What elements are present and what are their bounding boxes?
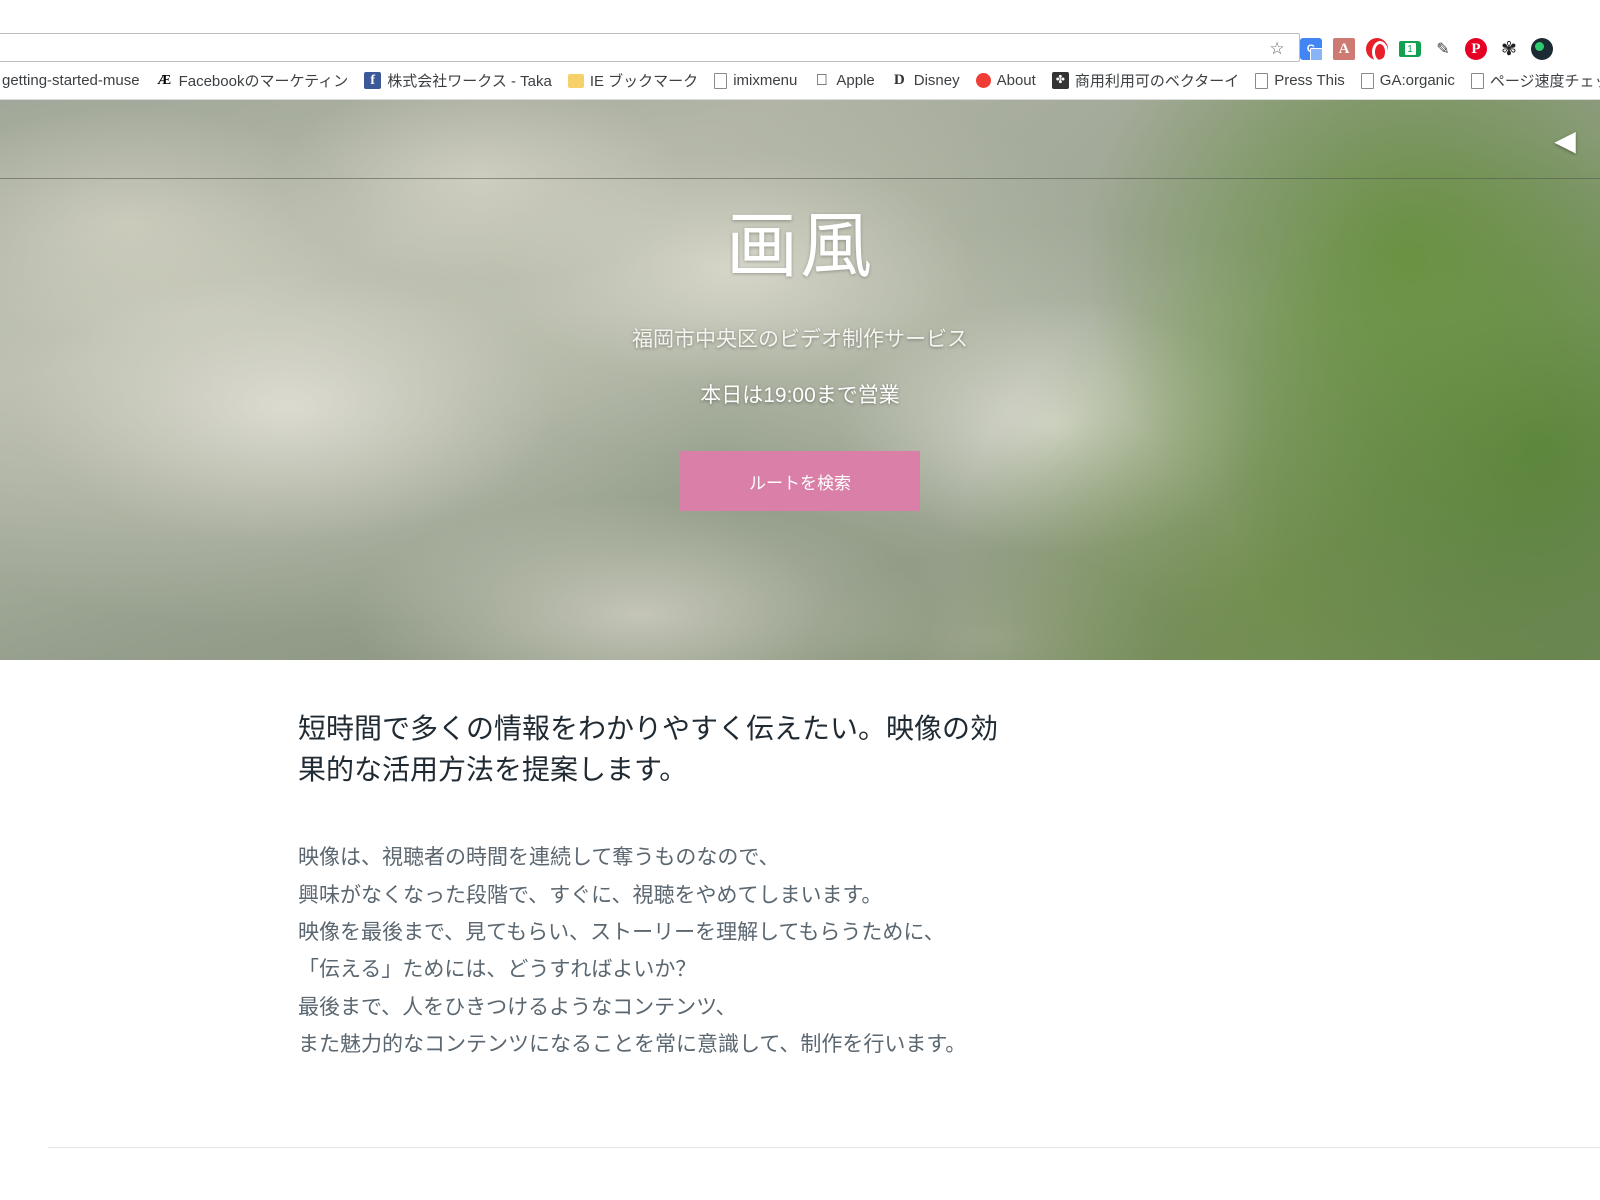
bookmark-item[interactable]:  Apple: [805, 67, 882, 95]
sketch-bird-icon[interactable]: ✎: [1432, 38, 1454, 60]
about-icon: [975, 73, 991, 88]
bookmark-label: GA:organic: [1379, 72, 1455, 89]
browser-chrome: ☆ G A 1 ✎ P ✾ getting-started-muse Æ Fac…: [0, 0, 1600, 100]
folder-icon: [567, 73, 584, 88]
document-icon: [1360, 72, 1374, 89]
bookmark-item[interactable]: ✤ 商用利用可のベクターイ: [1044, 67, 1247, 95]
ae-icon: Æ: [155, 72, 173, 89]
bookmark-star-icon[interactable]: ☆: [1268, 40, 1286, 58]
bookmark-label: Facebookのマーケティン: [178, 73, 349, 90]
disney-icon: D: [893, 72, 905, 88]
bookmark-label: Press This: [1274, 72, 1345, 89]
paragraph-line: 「伝える」ためには、どうすればよいか？: [298, 958, 697, 982]
site-subtitle: 福岡市中央区のビデオ制作サービス: [632, 328, 968, 352]
hero-section: 画風 福岡市中央区のビデオ制作サービス 本日は19:00まで営業 ルートを検索 …: [0, 100, 1600, 660]
bookmark-item[interactable]: f 株式会社ワークス - Taka: [356, 67, 560, 95]
bookmark-label: Apple: [836, 72, 875, 89]
carousel-prev-icon[interactable]: ◀: [1552, 126, 1578, 156]
intro-heading: 短時間で多くの情報をわかりやすく伝えたい。映像の効果的な活用方法を提案します。: [298, 714, 999, 786]
bookmark-label: 商用利用可のベクターイ: [1074, 73, 1240, 90]
paragraph-line: 映像を最後まで、見てもらい、ストーリーを理解してもらうために、: [298, 920, 945, 944]
paragraph-line: 興味がなくなった段階で、すぐに、視聴をやめてしまいます。: [298, 883, 883, 907]
bookmark-label: getting-started-muse: [2, 72, 140, 89]
bookmark-item[interactable]: Press This: [1247, 67, 1353, 95]
document-icon: [1255, 72, 1269, 89]
bookmark-item[interactable]: IE ブックマーク: [560, 67, 706, 95]
paragraph-line: また魅力的なコンテンツになることを常に意識して、制作を行います。: [298, 1033, 967, 1057]
hero-content: 画風 福岡市中央区のビデオ制作サービス 本日は19:00まで営業 ルートを検索: [0, 100, 1600, 660]
paragraph-line: 最後まで、人をひきつけるようなコンテンツ、: [298, 995, 737, 1019]
intro-paragraph: 映像は、視聴者の時間を連続して奪うものなので、 興味がなくなった段階で、すぐに、…: [298, 839, 1058, 1063]
get-directions-button[interactable]: ルートを検索: [680, 451, 920, 512]
bookmark-item[interactable]: GA:organic: [1353, 67, 1463, 95]
intro-section: 短時間で多くの情報をわかりやすく伝えたい。映像の効果的な活用方法を提案します。 …: [0, 660, 1600, 1063]
google-translate-icon[interactable]: G: [1300, 38, 1323, 61]
bookmark-label: Disney: [913, 72, 960, 89]
apple-icon: : [813, 72, 830, 89]
document-icon: [1470, 72, 1484, 89]
bookmarks-bar: getting-started-muse Æ Facebookのマーケティン f…: [0, 62, 1600, 100]
bookmark-label: IE ブックマーク: [589, 73, 699, 90]
extension-icons: G A 1 ✎ P ✾: [1300, 36, 1553, 63]
bookmark-label: About: [996, 72, 1036, 89]
facebook-icon: f: [364, 72, 382, 89]
bookmark-item[interactable]: About: [968, 67, 1044, 95]
bookmark-label: imixmenu: [733, 72, 798, 89]
site-title: 画風: [725, 207, 874, 287]
bookmark-label: ページ速度チェックブック: [1489, 73, 1600, 90]
paragraph-line: 映像は、視聴者の時間を連続して奪うものなので、: [298, 846, 780, 870]
section-divider: [48, 1147, 1600, 1148]
vector-icon: ✤: [1051, 72, 1069, 89]
bookmark-item[interactable]: Æ Facebookのマーケティン: [148, 67, 357, 95]
business-hours-text: 本日は19:00まで営業: [700, 384, 900, 408]
dark-circle-icon[interactable]: [1531, 38, 1553, 60]
tag-counter-icon[interactable]: 1: [1399, 41, 1421, 57]
tag-counter-value: 1: [1404, 43, 1416, 55]
pinterest-icon[interactable]: P: [1465, 38, 1487, 60]
adobe-pdf-icon[interactable]: A: [1333, 38, 1355, 60]
bookmark-item[interactable]: imixmenu: [706, 67, 805, 95]
bookmark-item[interactable]: ページ速度チェックブック: [1463, 67, 1600, 95]
bookmark-label: 株式会社ワークス - Taka: [387, 73, 552, 90]
omnibar-row: ☆ G A 1 ✎ P ✾: [0, 0, 1600, 63]
webpage-viewport: 画風 福岡市中央区のビデオ制作サービス 本日は19:00まで営業 ルートを検索 …: [0, 100, 1600, 1200]
bookmark-item[interactable]: D Disney: [883, 67, 968, 95]
document-icon: [714, 72, 728, 89]
gear-icon[interactable]: ✾: [1498, 38, 1520, 60]
bookmark-item[interactable]: getting-started-muse: [0, 67, 148, 95]
opera-icon[interactable]: [1366, 38, 1388, 63]
address-bar[interactable]: [0, 33, 1300, 62]
